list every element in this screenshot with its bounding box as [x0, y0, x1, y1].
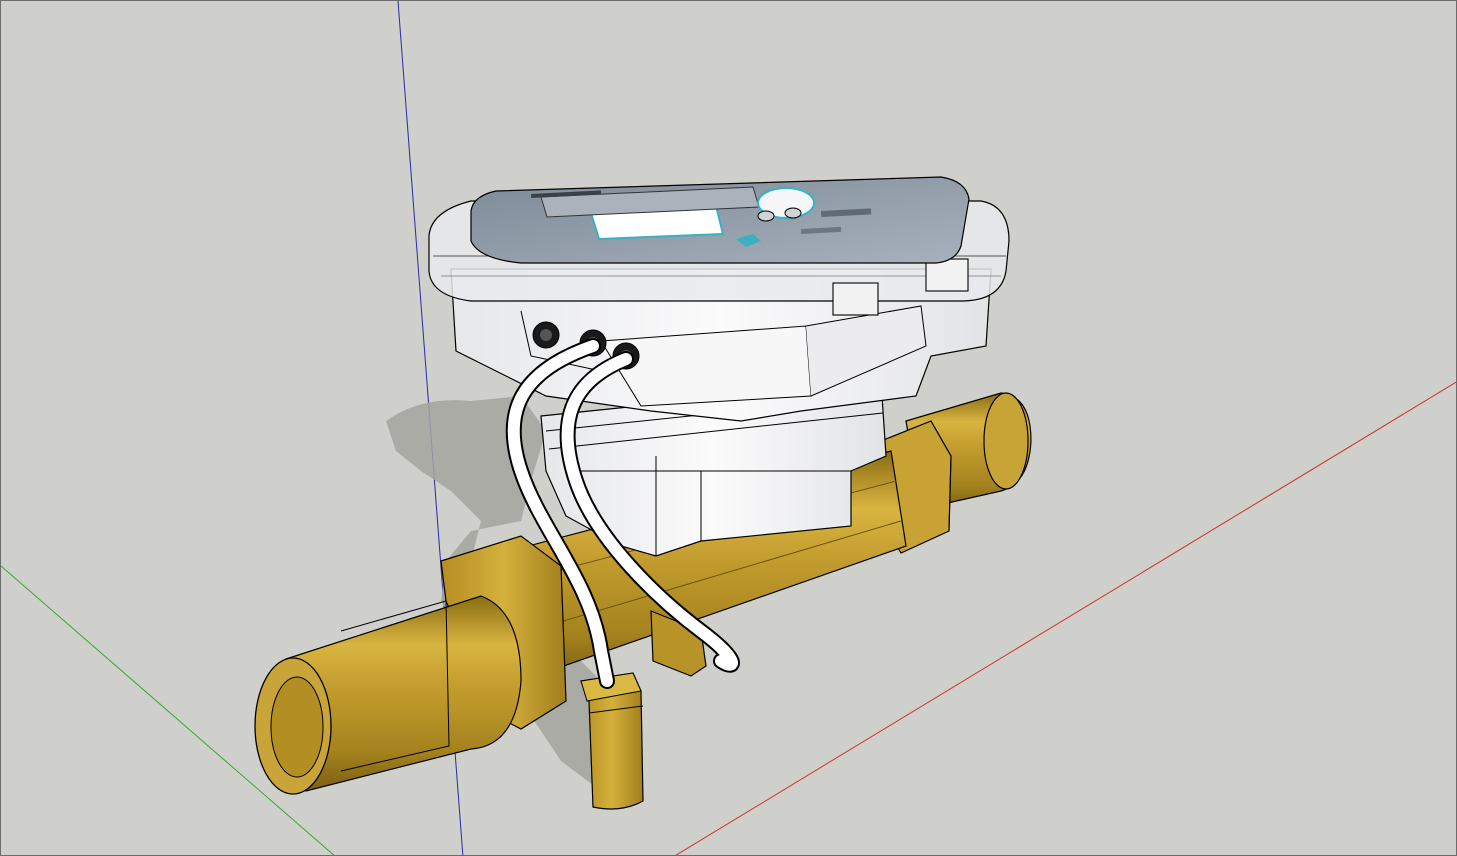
left-inlet-bore: [270, 676, 324, 778]
right-outlet-end: [983, 392, 1029, 490]
lid-latch-right: [925, 258, 969, 292]
button-right: [784, 207, 802, 219]
sketchup-viewport[interactable]: [0, 0, 1457, 856]
button-left: [757, 210, 775, 222]
lid-latch-left: [832, 282, 879, 316]
model-scene[interactable]: [1, 1, 1457, 856]
meter-faceplate: [470, 176, 970, 264]
